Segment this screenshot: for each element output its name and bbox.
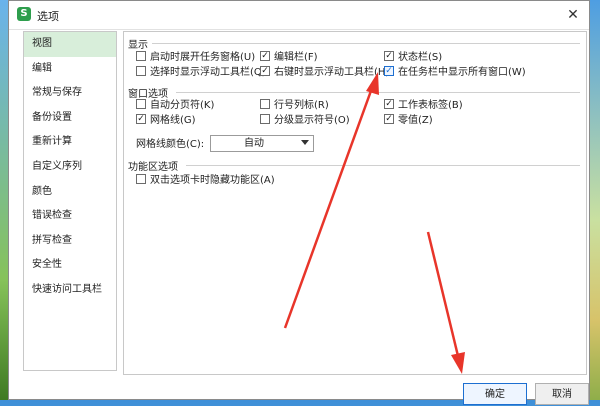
option-floating-toolbar-on-select[interactable]: 选择时显示浮动工具栏(Q) [136,66,266,80]
checkbox[interactable] [260,114,270,124]
sidebar-item-color[interactable]: 颜色 [24,180,116,205]
option-auto-page-break[interactable]: 自动分页符(K) [136,99,214,113]
option-gridlines[interactable]: 网格线(G) [136,114,196,128]
grid-color-value: 自动 [244,138,264,149]
view-options-panel: 显示 启动时展开任务窗格(U) 编辑栏(F) 状态栏(S) 选择时显示浮动工具栏… [123,31,587,375]
options-dialog: S 选项 ✕ 视图 编辑 常规与保存 备份设置 重新计算 自定义序列 颜色 错误… [8,0,590,405]
grid-color-label: 网格线颜色(C): [136,139,205,150]
sidebar-item-custom-lists[interactable]: 自定义序列 [24,155,116,180]
option-formula-bar[interactable]: 编辑栏(F) [260,51,318,65]
group-divider [152,43,580,44]
checkbox[interactable] [384,114,394,124]
checkbox[interactable] [136,99,146,109]
option-row-column-headers[interactable]: 行号列标(R) [260,99,329,113]
sidebar-item-view[interactable]: 视图 [24,32,116,57]
group-title-window-options: 窗口选项 [128,89,168,100]
cancel-button[interactable]: 取消 [535,383,589,405]
sidebar-item-edit[interactable]: 编辑 [24,57,116,82]
option-floating-toolbar-on-right-click[interactable]: 右键时显示浮动工具栏(H) [260,66,389,80]
desktop-background-left [0,0,8,400]
option-show-taskpane-on-start[interactable]: 启动时展开任务窗格(U) [136,51,255,65]
checkbox[interactable] [384,99,394,109]
checkbox[interactable] [136,114,146,124]
desktop-background-right [590,0,600,400]
option-zero-values[interactable]: 零值(Z) [384,114,433,128]
checkbox[interactable] [260,66,270,76]
options-sidebar: 视图 编辑 常规与保存 备份设置 重新计算 自定义序列 颜色 错误检查 拼写检查… [23,31,117,371]
sidebar-item-security[interactable]: 安全性 [24,253,116,278]
chevron-down-icon [301,140,309,145]
group-divider [176,92,580,93]
sidebar-item-quick-access-toolbar[interactable]: 快速访问工具栏 [24,278,116,303]
group-title-ribbon-options: 功能区选项 [128,162,178,173]
option-show-all-windows-in-taskbar[interactable]: 在任务栏中显示所有窗口(W) [384,66,526,80]
checkbox[interactable] [136,51,146,61]
checkbox[interactable] [260,51,270,61]
checkbox[interactable] [260,99,270,109]
option-sheet-tabs[interactable]: 工作表标签(B) [384,99,463,113]
close-icon[interactable]: ✕ [563,5,583,25]
option-outline-symbols[interactable]: 分级显示符号(O) [260,114,350,128]
group-title-display: 显示 [128,40,148,51]
sidebar-item-error-check[interactable]: 错误检查 [24,204,116,229]
wps-logo-icon: S [17,7,31,21]
sidebar-item-recalculate[interactable]: 重新计算 [24,130,116,155]
group-divider [186,165,580,166]
grid-color-select[interactable]: 自动 [210,135,314,152]
title-bar: S 选项 ✕ [9,1,589,30]
dialog-title: 选项 [37,10,59,23]
sidebar-item-spell-check[interactable]: 拼写检查 [24,229,116,254]
sidebar-item-backup[interactable]: 备份设置 [24,106,116,131]
option-status-bar[interactable]: 状态栏(S) [384,51,442,65]
checkbox[interactable] [136,174,146,184]
option-double-click-hide-ribbon[interactable]: 双击选项卡时隐藏功能区(A) [136,174,275,188]
ok-button[interactable]: 确定 [463,383,527,405]
sidebar-item-general-save[interactable]: 常规与保存 [24,81,116,106]
checkbox[interactable] [136,66,146,76]
checkbox[interactable] [384,51,394,61]
checkbox[interactable] [384,66,394,76]
